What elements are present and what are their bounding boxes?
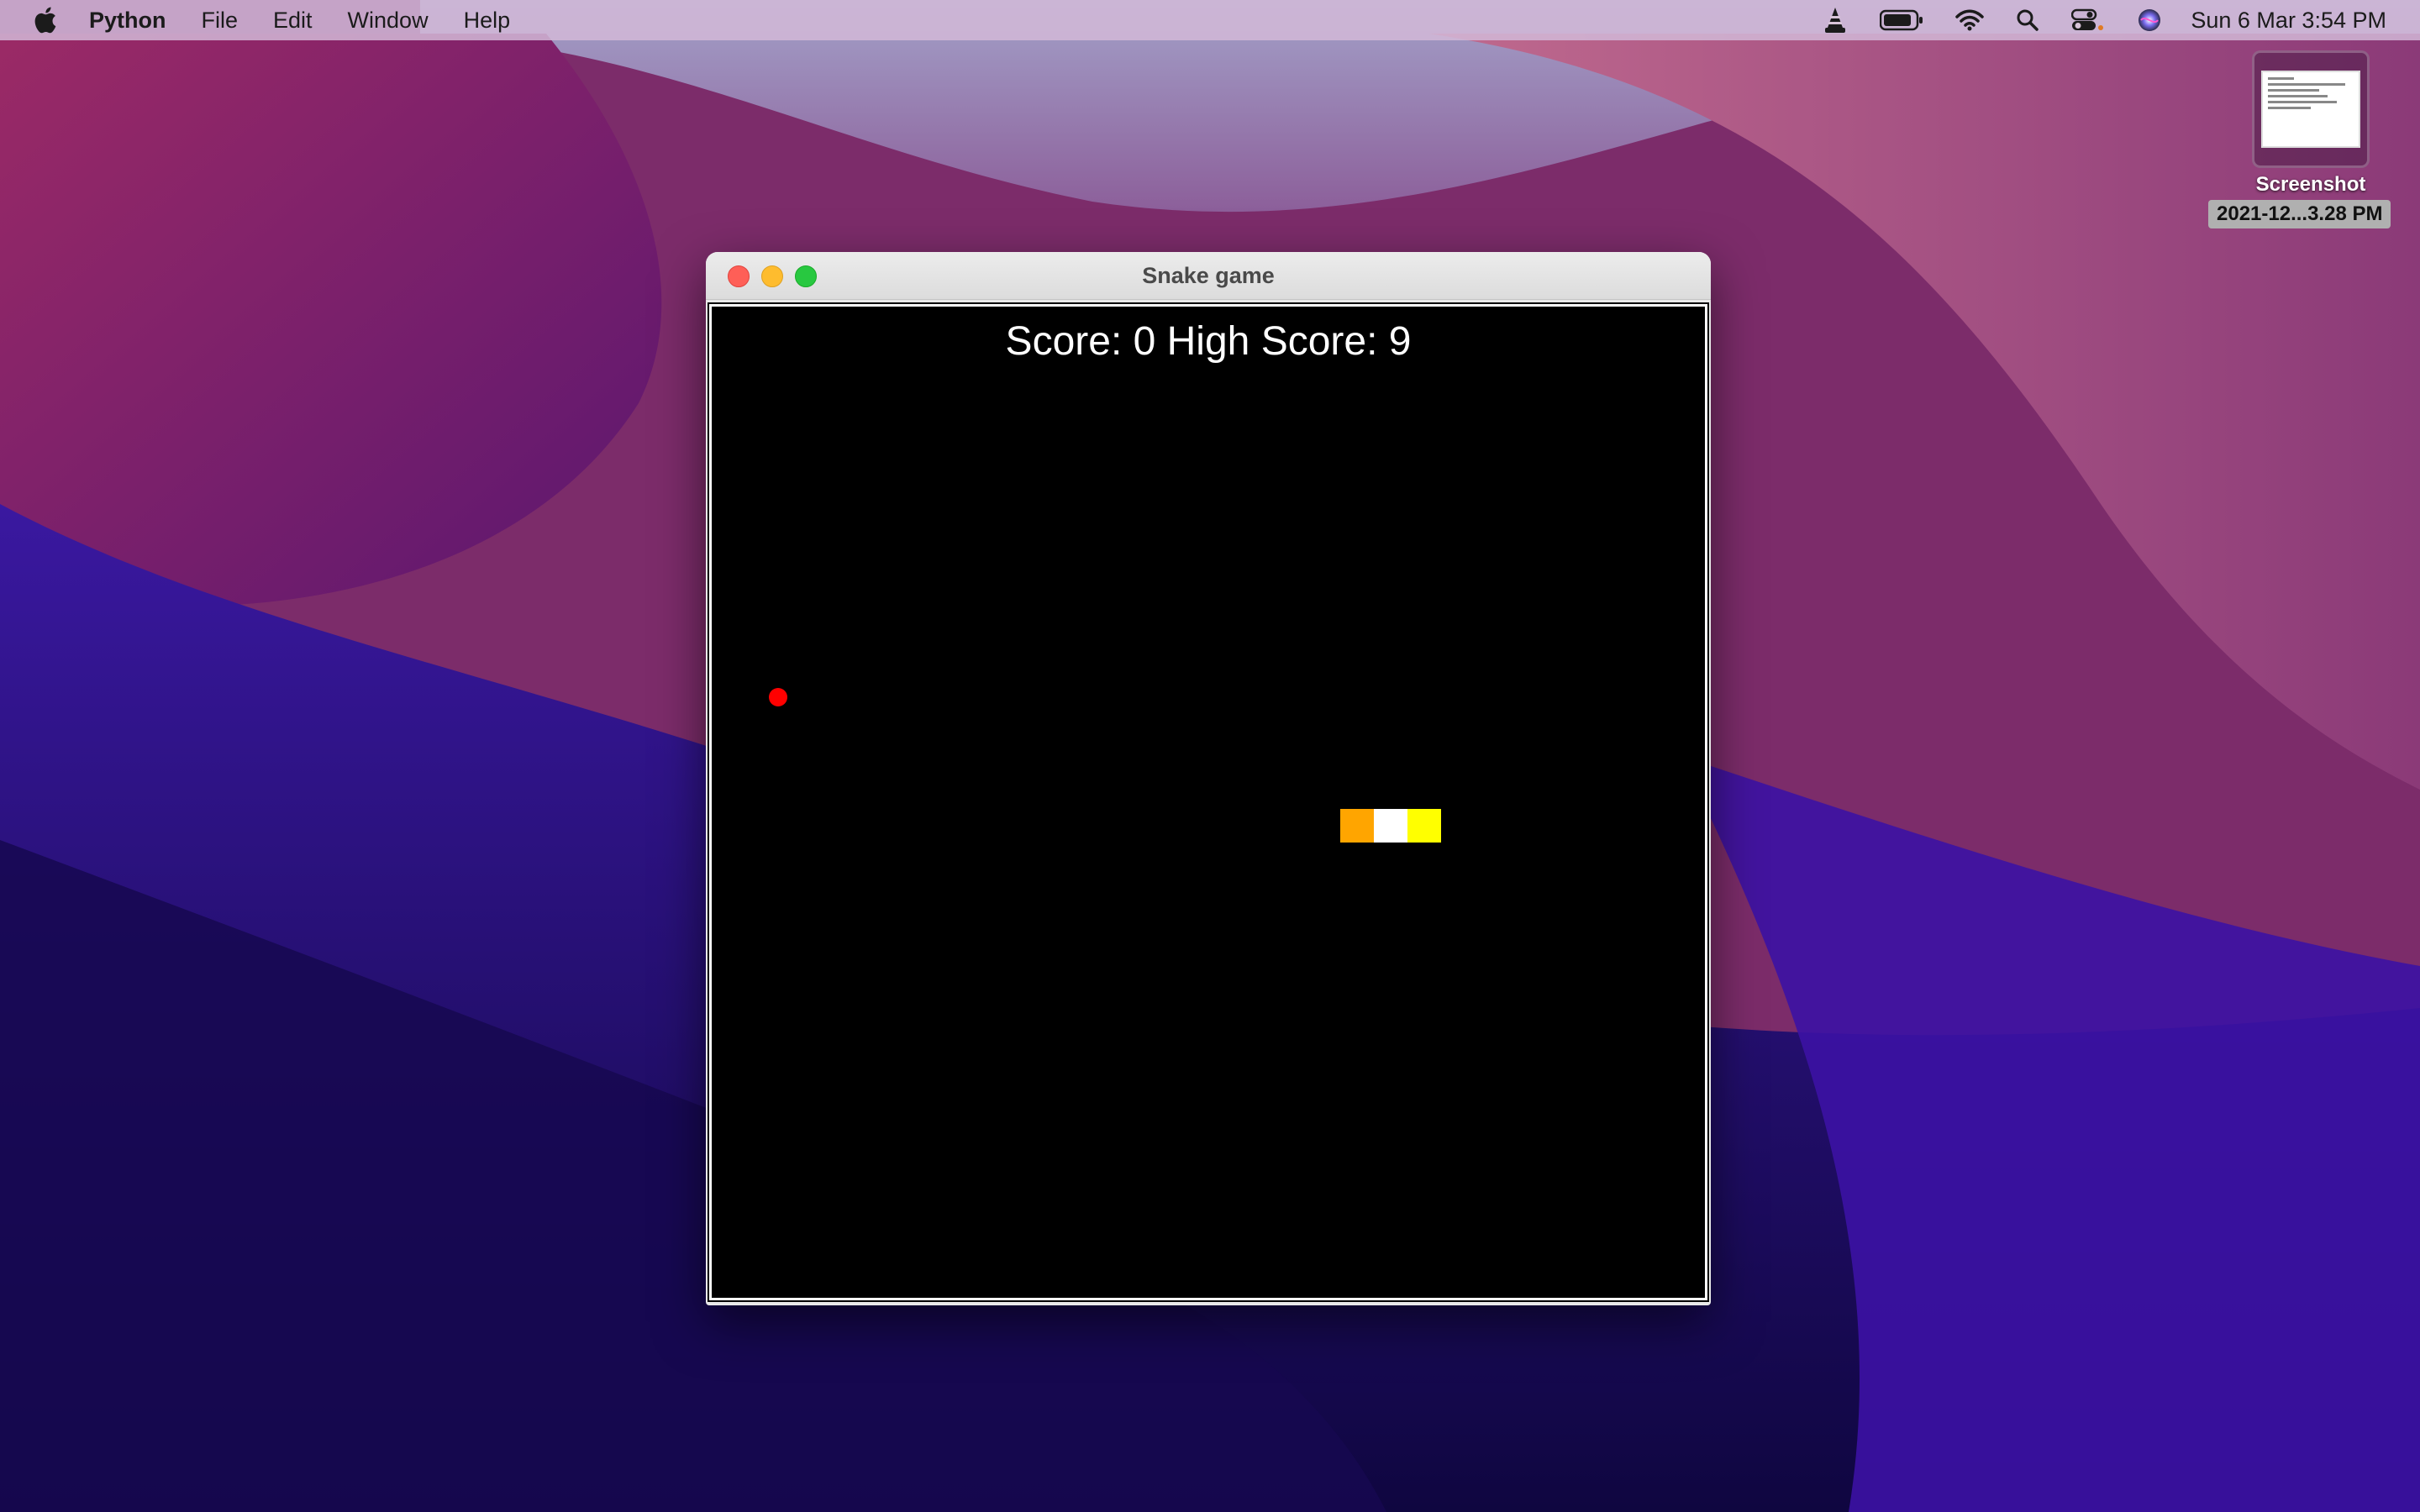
menu-app-python[interactable]: Python bbox=[89, 8, 166, 34]
menu-bar: Python File Edit Window Help Sun 6 Mar 3… bbox=[0, 0, 2420, 40]
apple-icon[interactable] bbox=[30, 6, 59, 34]
snake-head-segment bbox=[1407, 809, 1441, 843]
menubar-clock[interactable]: Sun 6 Mar 3:54 PM bbox=[2191, 8, 2386, 34]
window-title: Snake game bbox=[1142, 263, 1275, 288]
battery-icon[interactable] bbox=[1880, 9, 1923, 31]
vlc-icon[interactable] bbox=[1823, 6, 1848, 34]
wifi-icon[interactable] bbox=[1955, 9, 1985, 31]
menu-window[interactable]: Window bbox=[348, 8, 429, 34]
snake-food bbox=[769, 688, 787, 706]
desktop-file-screenshot[interactable] bbox=[2252, 50, 2370, 168]
control-center-icon[interactable] bbox=[2071, 8, 2105, 32]
game-canvas-frame: Score: 0 High Score: 9 bbox=[708, 302, 1709, 1302]
desktop-file-label-date[interactable]: 2021-12...3.28 PM bbox=[2208, 200, 2391, 228]
menu-edit[interactable]: Edit bbox=[273, 8, 313, 34]
window-titlebar[interactable]: Snake game bbox=[706, 252, 1711, 300]
close-button[interactable] bbox=[728, 265, 750, 287]
desktop-file-label[interactable]: Screenshot bbox=[2244, 173, 2378, 197]
siri-icon[interactable] bbox=[2137, 8, 2162, 33]
snake-game-window: Snake game Score: 0 High Score: 9 bbox=[706, 252, 1711, 1305]
minimize-button[interactable] bbox=[761, 265, 783, 287]
search-icon[interactable] bbox=[2016, 8, 2039, 32]
snake-tail-segment bbox=[1340, 809, 1374, 843]
menu-file[interactable]: File bbox=[202, 8, 239, 34]
snake-body-segment bbox=[1374, 809, 1407, 843]
screenshot-thumbnail bbox=[2261, 71, 2360, 148]
status-area: Sun 6 Mar 3:54 PM bbox=[1791, 0, 2386, 40]
score-display: Score: 0 High Score: 9 bbox=[1005, 319, 1412, 364]
zoom-button[interactable] bbox=[795, 265, 817, 287]
game-canvas[interactable]: Score: 0 High Score: 9 bbox=[718, 313, 1698, 1291]
menu-help[interactable]: Help bbox=[464, 8, 511, 34]
